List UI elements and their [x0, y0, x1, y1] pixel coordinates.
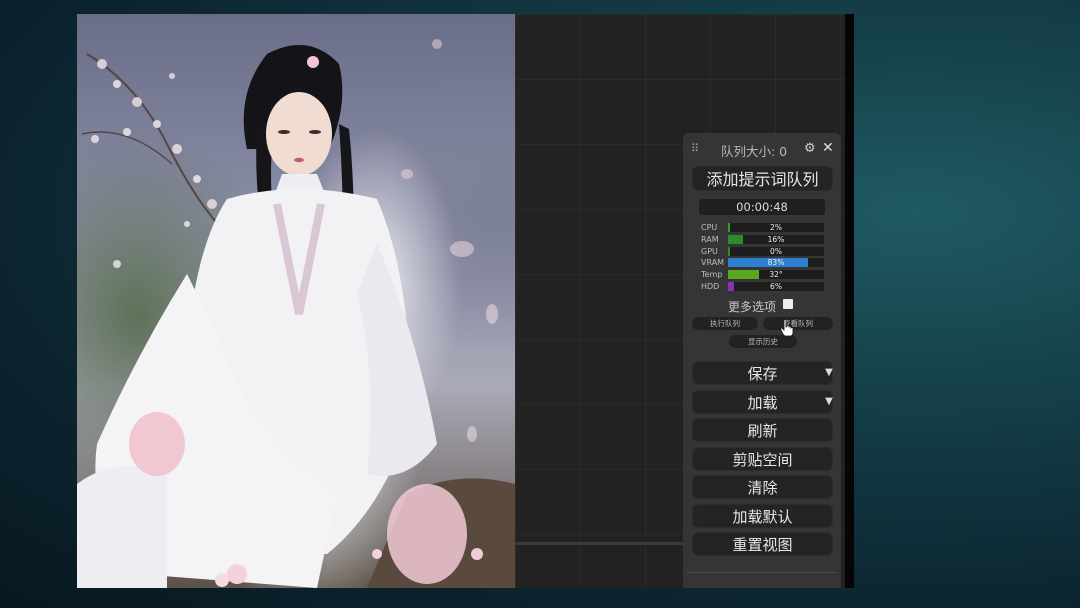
stat-value: 32° — [769, 270, 783, 279]
load-label: 加载 — [747, 394, 778, 412]
stat-vram: VRAM 83% — [701, 257, 827, 268]
canvas-edge — [845, 14, 854, 588]
stat-label: RAM — [701, 235, 719, 244]
stat-cpu: CPU 2% — [701, 222, 827, 233]
stat-bar: 83% — [728, 258, 824, 267]
save-button[interactable]: 保存 ▼ — [692, 361, 833, 385]
generated-image-preview — [77, 14, 515, 588]
chevron-down-icon[interactable]: ▼ — [820, 391, 838, 413]
reset-view-button[interactable]: 重置视图 — [692, 532, 833, 556]
stat-ram: RAM 16% — [701, 234, 827, 245]
execute-queue-button[interactable]: 执行队列 — [692, 317, 758, 330]
stat-value: 83% — [767, 258, 785, 267]
stat-bar: 16% — [728, 235, 824, 244]
add-prompt-queue-button[interactable]: 添加提示词队列 — [692, 166, 833, 191]
chevron-down-icon[interactable]: ▼ — [820, 362, 838, 384]
stat-temp: Temp 32° — [701, 269, 827, 280]
stat-label: HDD — [701, 282, 720, 291]
stat-value: 16% — [767, 235, 785, 244]
panel-divider — [687, 572, 837, 573]
elapsed-timer: 00:00:48 — [699, 199, 825, 215]
more-options-checkbox[interactable] — [783, 299, 793, 309]
stat-value: 0% — [770, 247, 782, 256]
refresh-button[interactable]: 刷新 — [692, 418, 833, 442]
gear-icon[interactable]: ⚙ — [804, 142, 817, 155]
clear-button[interactable]: 清除 — [692, 475, 833, 499]
stat-label: VRAM — [701, 258, 725, 267]
stat-hdd: HDD 6% — [701, 281, 827, 292]
stat-bar: 6% — [728, 282, 824, 291]
close-icon[interactable]: ✕ — [822, 141, 834, 155]
save-label: 保存 — [747, 365, 778, 383]
stat-bar: 2% — [728, 223, 824, 232]
stat-value: 6% — [770, 282, 782, 291]
view-queue-button[interactable]: 查看队列 — [763, 317, 833, 330]
load-button[interactable]: 加载 ▼ — [692, 390, 833, 414]
more-options-label: 更多选项 — [728, 300, 777, 314]
hand-cursor-icon — [780, 319, 794, 337]
stat-bar: 32° — [728, 270, 824, 279]
queue-menu-panel: ⠿ 队列大小: 0 ⚙ ✕ 添加提示词队列 00:00:48 CPU 2% RA… — [683, 133, 841, 588]
stat-gpu: GPU 0% — [701, 246, 827, 257]
stat-label: Temp — [701, 270, 723, 279]
stat-bar: 0% — [728, 247, 824, 256]
stat-label: GPU — [701, 247, 718, 256]
drag-handle-icon[interactable]: ⠿ — [691, 142, 701, 156]
panel-header[interactable]: ⠿ 队列大小: 0 ⚙ ✕ — [683, 133, 841, 165]
stat-label: CPU — [701, 223, 718, 232]
clipspace-button[interactable]: 剪贴空间 — [692, 447, 833, 471]
canvas-link-line — [515, 542, 685, 545]
load-default-button[interactable]: 加载默认 — [692, 504, 833, 528]
stat-value: 2% — [770, 223, 782, 232]
queue-size-label: 队列大小: 0 — [721, 144, 788, 159]
